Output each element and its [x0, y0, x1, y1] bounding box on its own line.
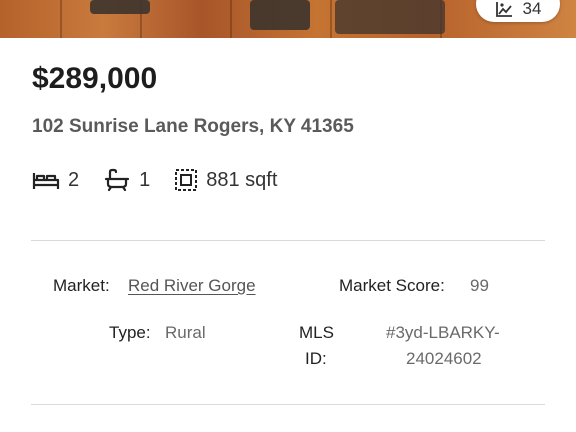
photo-detail [60, 0, 62, 38]
baths-feature: 1 [103, 168, 150, 192]
listing-price: $289,000 [32, 62, 158, 95]
photo-count: 34 [522, 0, 542, 18]
bathtub-icon [105, 168, 130, 192]
type-value: Rural [165, 323, 206, 342]
market-label: Market: [53, 276, 110, 295]
divider [31, 404, 545, 405]
photo-detail [230, 0, 232, 38]
market-link[interactable]: Red River Gorge [128, 276, 256, 296]
photo-detail [335, 0, 445, 34]
divider [31, 240, 545, 241]
listing-address: 102 Sunrise Lane Rogers, KY 41365 [32, 116, 354, 137]
mls-label-line-1: MLS [299, 323, 334, 342]
beds-count: 2 [68, 168, 80, 191]
baths-count: 1 [139, 168, 151, 191]
mls-label-line-2: ID: [305, 349, 327, 368]
bed-icon [32, 173, 60, 189]
market-score-value: 99 [470, 276, 489, 295]
sqft-value: 881 sqft [206, 168, 278, 191]
gallery-icon [495, 2, 512, 17]
mls-id-line-2: 24024602 [406, 349, 482, 368]
beds-feature: 2 [32, 169, 79, 192]
type-label: Type: [109, 323, 151, 342]
photo-detail [330, 0, 332, 38]
photo-detail [90, 0, 150, 14]
market-score-label: Market Score: [339, 276, 445, 295]
photo-detail [250, 0, 310, 30]
sqft-feature: 881 sqft [174, 168, 277, 192]
listing-features: 2 1 881 sqft [32, 168, 301, 192]
photo-count-button[interactable]: 34 [476, 0, 560, 22]
mls-id-line-1: #3yd-LBARKY- [386, 323, 500, 342]
floorplan-icon [175, 169, 198, 191]
